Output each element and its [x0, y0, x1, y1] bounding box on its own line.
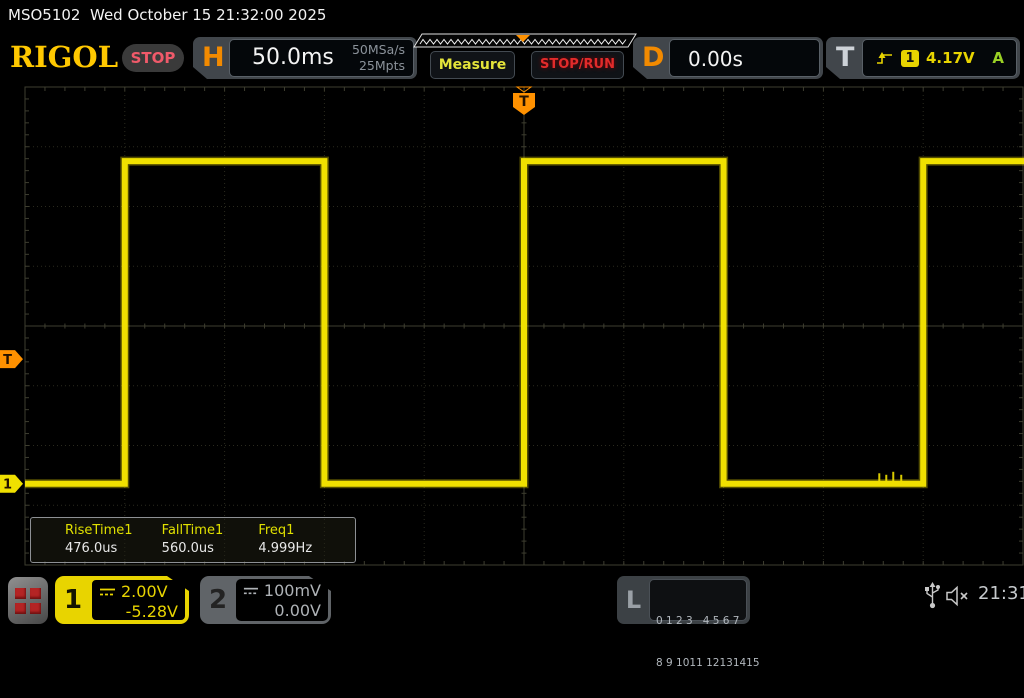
dc-coupling-icon — [243, 587, 258, 594]
delay-label: D — [642, 42, 665, 73]
measurement-item: RiseTime1 476.0us — [65, 518, 162, 562]
trigger-source-badge: 1 — [901, 49, 919, 67]
logic-channels-panel: 0 1 2 3 4 5 6 7 8 9 1011 12131415 — [649, 579, 760, 669]
speaker-muted-icon[interactable] — [946, 585, 972, 607]
channel1-offset: -5.28V — [125, 602, 178, 621]
system-datetime: Wed October 15 21:32:00 2025 — [90, 6, 327, 24]
menu-grid-button[interactable] — [8, 577, 48, 624]
trigger-level-value: 4.17V — [926, 49, 975, 67]
title-bar: MSO5102 Wed October 15 21:32:00 2025 — [0, 0, 1024, 30]
bottom-status-bar: 1 2.00V -5.28V 2 100mV 0.00V L 0 1 2 3 4… — [0, 570, 1024, 669]
measurement-item: FallTime1 560.0us — [162, 518, 259, 562]
model-name: MSO5102 — [8, 6, 81, 24]
rising-edge-icon — [877, 52, 892, 64]
channel1-status-button[interactable]: 1 2.00V -5.28V — [55, 576, 189, 624]
trigger-label: T — [836, 42, 855, 73]
trigger-mode: A — [992, 49, 1004, 67]
scope-graticule: T T 1 — [0, 86, 1024, 566]
horizontal-panel: 50.0ms 50MSa/s 25Mpts — [229, 39, 414, 77]
grid-square — [30, 602, 41, 614]
timebase-value: 50.0ms — [252, 45, 334, 70]
logic-analyzer-button[interactable]: L 0 1 2 3 4 5 6 7 8 9 1011 12131415 — [617, 576, 760, 669]
channel1-scale: 2.00V — [121, 582, 168, 601]
delay-settings-button[interactable]: D 0.00s — [633, 37, 823, 79]
trigger-settings-button[interactable]: T 1 4.17V A — [826, 37, 1020, 79]
measurement-value: 4.999Hz — [258, 541, 313, 556]
svg-text:T: T — [519, 94, 529, 110]
measure-button[interactable]: Measure — [430, 51, 515, 79]
waveform-display[interactable]: T T 1 RiseTime1 476.0us FallTime1 560.0us … — [0, 86, 1024, 566]
channel2-number: 2 — [208, 585, 228, 615]
horizontal-label: H — [202, 42, 225, 73]
logic-row-1: 0 1 2 3 4 5 6 7 — [656, 615, 740, 627]
status-clock: 21:31 — [978, 583, 1024, 604]
measurement-label: Freq1 — [258, 523, 295, 538]
rigol-logo: RIGOL — [10, 40, 119, 74]
measurement-item: Freq1 4.999Hz — [258, 518, 355, 562]
measurement-value: 560.0us — [161, 541, 214, 556]
memory-depth: 25Mpts — [358, 58, 405, 73]
channel1-panel: 2.00V -5.28V — [91, 579, 186, 621]
trigger-panel: 1 4.17V A — [862, 39, 1017, 77]
logic-row-2: 8 9 1011 12131415 — [656, 657, 760, 669]
delay-value: 0.00s — [688, 47, 743, 71]
dc-coupling-icon — [100, 588, 115, 595]
memory-waveform-bar[interactable] — [412, 33, 638, 49]
logic-label: L — [625, 586, 642, 614]
channel1-number: 1 — [63, 585, 83, 615]
measurement-label: FallTime1 — [161, 523, 224, 538]
channel2-offset: 0.00V — [274, 601, 321, 620]
channel2-status-button[interactable]: 2 100mV 0.00V — [200, 576, 331, 624]
acquisition-info: 50MSa/s 25Mpts — [352, 42, 405, 74]
run-state-badge: STOP — [122, 44, 184, 72]
grid-square — [15, 587, 26, 599]
delay-panel: 0.00s — [669, 39, 820, 77]
menu-bar: RIGOL STOP H 50.0ms 50MSa/s 25Mpts Measu… — [0, 30, 1024, 86]
channel2-scale: 100mV — [263, 581, 321, 600]
usb-icon — [925, 582, 940, 609]
channel2-panel: 100mV 0.00V — [236, 579, 328, 621]
grid-square — [30, 587, 41, 599]
svg-text:T: T — [3, 353, 12, 368]
grid-square — [15, 602, 26, 614]
measurement-results-box[interactable]: RiseTime1 476.0us FallTime1 560.0us Freq… — [30, 517, 356, 563]
svg-text:1: 1 — [3, 478, 12, 493]
stop-run-button[interactable]: STOP/RUN — [531, 51, 624, 79]
measurement-value: 476.0us — [65, 541, 118, 556]
measurement-label: RiseTime1 — [65, 523, 133, 538]
sample-rate: 50MSa/s — [351, 42, 405, 57]
horizontal-settings-button[interactable]: H 50.0ms 50MSa/s 25Mpts — [193, 37, 417, 79]
